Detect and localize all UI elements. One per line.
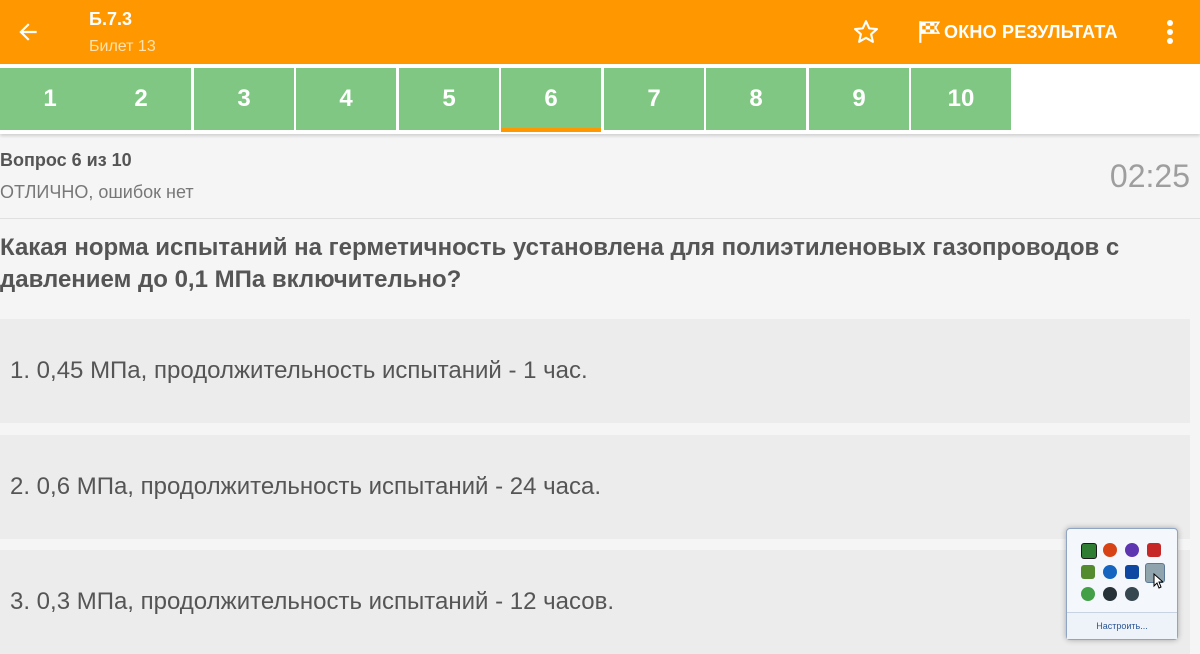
tab-question-4[interactable]: 4 [296,68,396,130]
mouse-cursor-icon [1153,573,1163,589]
question-text: Какая норма испытаний на герметичность у… [0,234,1120,293]
bluetooth-icon[interactable] [1103,565,1117,579]
answer-option-2[interactable]: 2. 0,6 МПа, продолжительность испытаний … [0,435,1190,539]
app-dark-icon-2[interactable] [1125,587,1139,601]
tab-question-10[interactable]: 10 [911,68,1011,130]
question-counter: Вопрос 6 из 10 [0,150,132,170]
usb-icon[interactable] [1081,565,1095,579]
app-title: Б.7.3 [89,9,132,29]
app-bar: Б.7.3 Билет 13 ОКНО РЕЗУЛЬТАТА [0,0,1200,64]
question-info: Вопрос 6 из 10 ОТЛИЧНО, ошибок нет 02:25 [0,136,1200,219]
update-icon[interactable] [1081,587,1095,601]
vpn-icon[interactable] [1125,543,1139,557]
answer-text: 2. 0,6 МПа, продолжительность испытаний … [10,473,601,500]
network-icon[interactable] [1147,543,1161,557]
checkered-flag-icon [919,21,941,43]
tab-question-2[interactable]: 2 [91,68,191,130]
tab-question-5[interactable]: 5 [399,68,499,130]
more-vert-icon [1167,20,1173,44]
arrow-back-icon [19,23,37,41]
tab-question-9[interactable]: 9 [809,68,909,130]
app-dark-icon[interactable] [1103,587,1117,601]
star-outline-icon [853,20,879,43]
tab-question-3[interactable]: 3 [194,68,294,130]
answer-option-3[interactable]: 3. 0,3 МПа, продолжительность испытаний … [0,550,1190,654]
app-subtitle: Билет 13 [89,38,156,55]
answer-text: 3. 0,3 МПа, продолжительность испытаний … [10,588,615,615]
tray-icon-grid [1079,539,1167,613]
answer-option-1[interactable]: 1. 0,45 МПа, продолжительность испытаний… [0,319,1190,423]
system-tray-popup: Настроить... [1066,528,1178,640]
timer: 02:25 [1109,158,1190,194]
results-window-label: ОКНО РЕЗУЛЬТАТА [944,21,1118,42]
result-status: ОТЛИЧНО, ошибок нет [0,182,194,202]
tab-question-1[interactable]: 1 [0,68,100,130]
app-3d-icon[interactable] [1125,565,1139,579]
ccleaner-icon[interactable] [1103,543,1117,557]
nvidia-icon[interactable] [1081,543,1097,559]
overflow-menu-button[interactable] [1154,12,1186,52]
back-button[interactable] [6,10,50,54]
tray-customize-link[interactable]: Настроить... [1067,612,1177,639]
title-block: Б.7.3 Билет 13 [89,8,156,58]
tab-question-6[interactable]: 6 [501,68,601,132]
question-tabs: 1 2 3 4 5 6 7 8 9 10 [0,64,1200,134]
favorite-button[interactable] [846,12,886,52]
tab-question-7[interactable]: 7 [604,68,704,130]
tab-question-8[interactable]: 8 [706,68,806,130]
results-window-button[interactable]: ОКНО РЕЗУЛЬТАТА [916,12,1118,52]
answer-text: 1. 0,45 МПа, продолжительность испытаний… [10,357,588,384]
